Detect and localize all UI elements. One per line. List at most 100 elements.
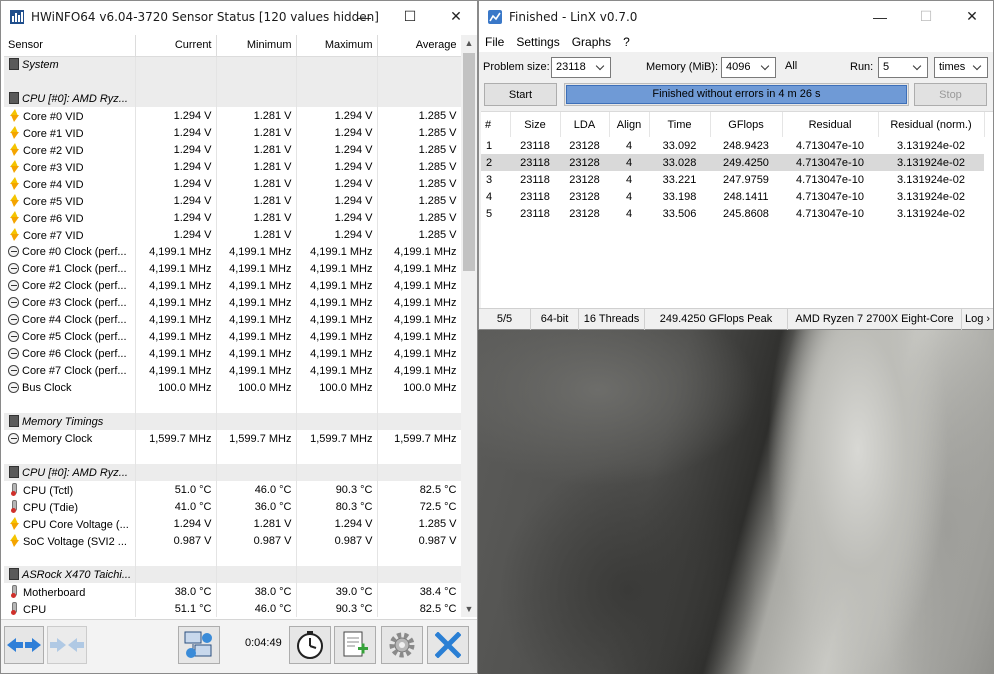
all-memory-link[interactable]: All xyxy=(785,60,797,72)
sensor-minimum: 1.281 V xyxy=(216,158,297,175)
minimize-icon[interactable]: — xyxy=(341,1,387,32)
sensor-maximum: 80.3 °C xyxy=(296,498,378,515)
column-header-current[interactable]: Current xyxy=(135,35,217,57)
column-header-residual-norm[interactable]: Residual (norm.) xyxy=(878,112,985,137)
sensor-row[interactable]: Core #7 VID 1.294 V 1.281 V 1.294 V 1.285 V xyxy=(4,226,461,243)
sensor-group-row[interactable]: ASRock X470 Taichi... xyxy=(4,566,461,583)
sensor-row[interactable]: Core #1 VID 1.294 V 1.281 V 1.294 V 1.285 V xyxy=(4,124,461,141)
collapse-arrows-button[interactable] xyxy=(47,626,87,664)
results-row[interactable]: 2 23118 23128 4 33.028 249.4250 4.713047e-10 3.… xyxy=(481,154,984,171)
column-header-average[interactable]: Average xyxy=(377,35,461,57)
sensor-row[interactable]: Core #0 VID 1.294 V 1.281 V 1.294 V 1.285 V xyxy=(4,107,461,124)
sensor-row[interactable]: Core #2 VID 1.294 V 1.281 V 1.294 V 1.285 V xyxy=(4,141,461,158)
linx-close-icon[interactable]: ✕ xyxy=(949,1,994,32)
close-sensors-button[interactable] xyxy=(427,626,469,664)
column-header-time[interactable]: Time xyxy=(649,112,711,137)
sensor-row[interactable]: CPU (Tdie) 41.0 °C 36.0 °C 80.3 °C 72.5 °C xyxy=(4,498,461,515)
column-header-align[interactable]: Align xyxy=(609,112,650,137)
sensor-group-label: Memory Timings xyxy=(22,416,104,428)
close-icon[interactable]: ✕ xyxy=(433,1,479,32)
sensor-row[interactable]: Core #3 Clock (perf... 4,199.1 MHz 4,199.1… xyxy=(4,294,461,311)
column-header-residual[interactable]: Residual xyxy=(782,112,879,137)
result-cell-index: 4 xyxy=(486,190,493,203)
column-header-gflops[interactable]: GFlops xyxy=(710,112,783,137)
result-cell-gflops: 249.4250 xyxy=(710,154,782,171)
scroll-up-icon[interactable]: ▲ xyxy=(461,35,477,51)
sensor-current: 1.294 V xyxy=(135,226,217,243)
sensor-minimum: 38.0 °C xyxy=(216,583,297,600)
expand-arrows-button[interactable] xyxy=(4,626,44,664)
sensor-row[interactable]: Core #1 Clock (perf... 4,199.1 MHz 4,199.1… xyxy=(4,260,461,277)
sensor-group-row[interactable]: Memory Timings xyxy=(4,413,461,430)
problem-size-value: 23118 xyxy=(556,61,586,73)
maximize-icon[interactable]: ☐ xyxy=(387,1,433,32)
memory-combo[interactable]: 4096 xyxy=(721,57,776,78)
sensor-row[interactable]: Motherboard 38.0 °C 38.0 °C 39.0 °C 38.4 °C xyxy=(4,583,461,600)
sensor-blank-row xyxy=(4,549,461,566)
sensor-label: Core #6 VID xyxy=(23,212,84,225)
run-unit-combo[interactable]: times xyxy=(934,57,988,78)
results-row[interactable]: 5 23118 23128 4 33.506 245.8608 4.713047e-10 3.… xyxy=(481,205,984,222)
column-header-index[interactable]: # xyxy=(481,112,511,137)
sensor-row[interactable]: CPU Core Voltage (... 1.294 V 1.281 V 1.294… xyxy=(4,515,461,532)
sensor-current: 4,199.1 MHz xyxy=(135,260,217,277)
result-cell-gflops: 247.9759 xyxy=(723,173,769,186)
sensor-row[interactable]: Core #0 Clock (perf... 4,199.1 MHz 4,199.1… xyxy=(4,243,461,260)
results-row[interactable]: 1 23118 23128 4 33.092 248.9423 4.713047e-10 3.… xyxy=(481,137,984,154)
sensor-row[interactable]: Core #5 VID 1.294 V 1.281 V 1.294 V 1.285 V xyxy=(4,192,461,209)
sensor-group-row[interactable]: CPU [#0]: AMD Ryz... xyxy=(4,464,461,481)
linx-titlebar[interactable]: Finished - LinX v0.7.0 — ☐ ✕ xyxy=(479,1,993,32)
menu-file[interactable]: File xyxy=(479,35,510,49)
column-header-maximum[interactable]: Maximum xyxy=(296,35,378,57)
sensor-row[interactable]: Core #2 Clock (perf... 4,199.1 MHz 4,199.1… xyxy=(4,277,461,294)
problem-size-combo[interactable]: 23118 xyxy=(551,57,611,78)
sensor-row[interactable]: Memory Clock 1,599.7 MHz 1,599.7 MHz 1,599.… xyxy=(4,430,461,447)
run-count-combo[interactable]: 5 xyxy=(878,57,928,78)
sensor-row[interactable]: CPU 51.1 °C 46.0 °C 90.3 °C 82.5 °C xyxy=(4,600,461,617)
sensor-row[interactable]: Core #5 Clock (perf... 4,199.1 MHz 4,199.1… xyxy=(4,328,461,345)
results-table[interactable]: # Size LDA Align Time GFlops Residual Re… xyxy=(481,111,993,308)
sensor-minimum: 4,199.1 MHz xyxy=(216,311,297,328)
result-cell-time: 33.028 xyxy=(649,154,710,171)
sensor-label: Core #3 Clock (perf... xyxy=(22,296,127,309)
scrollbar-thumb[interactable] xyxy=(463,53,475,271)
sensor-row[interactable]: Core #3 VID 1.294 V 1.281 V 1.294 V 1.285 V xyxy=(4,158,461,175)
menu-graphs[interactable]: Graphs xyxy=(566,35,617,49)
network-button[interactable] xyxy=(178,626,220,664)
sensor-group-row[interactable]: CPU [#0]: AMD Ryz... xyxy=(4,90,461,107)
sensor-row[interactable]: Core #4 VID 1.294 V 1.281 V 1.294 V 1.285 V xyxy=(4,175,461,192)
sensor-scrollbar[interactable]: ▲ ▼ xyxy=(461,35,477,617)
start-button[interactable]: Start xyxy=(484,83,557,106)
sensor-table[interactable]: Sensor Current Minimum Maximum Average S… xyxy=(4,35,461,617)
stop-button[interactable]: Stop xyxy=(914,83,987,106)
column-header-size[interactable]: Size xyxy=(510,112,561,137)
menu-help[interactable]: ? xyxy=(617,35,636,49)
sensor-row[interactable]: Core #6 VID 1.294 V 1.281 V 1.294 V 1.285 V xyxy=(4,209,461,226)
column-header-lda[interactable]: LDA xyxy=(560,112,610,137)
sensor-row[interactable]: Core #6 Clock (perf... 4,199.1 MHz 4,199.1… xyxy=(4,345,461,362)
test-progress-bar: Finished without errors in 4 m 26 s xyxy=(564,83,909,106)
sensor-row[interactable]: SoC Voltage (SVI2 ... 0.987 V 0.987 V 0.987… xyxy=(4,532,461,549)
sensor-row[interactable]: Bus Clock 100.0 MHz 100.0 MHz 100.0 MHz 100.… xyxy=(4,379,461,396)
results-row[interactable]: 4 23118 23128 4 33.198 248.1411 4.713047e-10 3.… xyxy=(481,188,984,205)
status-log-button[interactable]: Log › xyxy=(962,309,993,330)
sensor-row[interactable]: Core #7 Clock (perf... 4,199.1 MHz 4,199.1… xyxy=(4,362,461,379)
scroll-down-icon[interactable]: ▼ xyxy=(461,601,477,617)
settings-button[interactable] xyxy=(381,626,423,664)
sensor-current: 4,199.1 MHz xyxy=(135,243,217,260)
sensor-row[interactable]: CPU (Tctl) 51.0 °C 46.0 °C 90.3 °C 82.5 °C xyxy=(4,481,461,498)
column-header-minimum[interactable]: Minimum xyxy=(216,35,297,57)
log-file-button[interactable] xyxy=(334,626,376,664)
results-row[interactable]: 3 23118 23128 4 33.221 247.9759 4.713047e-10 3.… xyxy=(481,171,984,188)
sensor-group-label: CPU [#0]: AMD Ryz... xyxy=(22,467,128,479)
result-cell-gflops: 248.9423 xyxy=(723,139,769,152)
column-header-sensor[interactable]: Sensor xyxy=(4,35,136,57)
sensor-group-row[interactable]: System xyxy=(4,56,461,73)
linx-minimize-icon[interactable]: — xyxy=(857,1,903,32)
result-cell-residual-norm: 3.131924e-02 xyxy=(897,207,965,220)
hwinfo-app-icon xyxy=(10,9,24,24)
clock-reset-button[interactable] xyxy=(289,626,331,664)
hwinfo-titlebar[interactable]: HWiNFO64 v6.04-3720 Sensor Status [120 v… xyxy=(1,1,477,32)
menu-settings[interactable]: Settings xyxy=(510,35,565,49)
sensor-row[interactable]: Core #4 Clock (perf... 4,199.1 MHz 4,199.1… xyxy=(4,311,461,328)
